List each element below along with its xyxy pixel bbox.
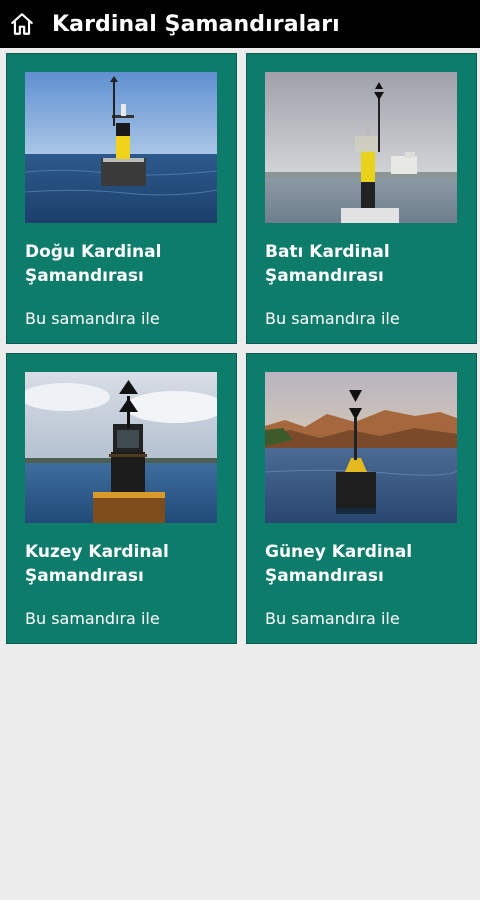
south-cardinal-buoy-photo bbox=[265, 372, 457, 523]
buoy-card-east[interactable]: Doğu Kardinal Şamandırası Bu samandıra i… bbox=[6, 53, 237, 344]
card-subtitle: Bu samandıra ile bbox=[25, 309, 160, 328]
buoy-card-south[interactable]: Güney Kardinal Şamandırası Bu samandıra … bbox=[246, 353, 477, 644]
home-button[interactable] bbox=[0, 0, 44, 48]
card-subtitle: Bu samandıra ile bbox=[25, 609, 160, 628]
card-title: Batı Kardinal Şamandırası bbox=[265, 242, 390, 286]
home-icon bbox=[11, 13, 33, 35]
buoy-card-north[interactable]: Kuzey Kardinal Şamandırası Bu samandıra … bbox=[6, 353, 237, 644]
west-cardinal-buoy-photo bbox=[265, 72, 457, 223]
card-title: Güney Kardinal Şamandırası bbox=[265, 542, 413, 586]
card-subtitle: Bu samandıra ile bbox=[265, 609, 400, 628]
north-cardinal-buoy-photo bbox=[25, 372, 217, 523]
east-cardinal-buoy-photo bbox=[25, 72, 217, 223]
card-title: Doğu Kardinal Şamandırası bbox=[25, 242, 162, 286]
card-title: Kuzey Kardinal Şamandırası bbox=[25, 542, 169, 586]
app-bar: Kardinal Şamandıraları bbox=[0, 0, 480, 48]
page-title: Kardinal Şamandıraları bbox=[52, 11, 340, 37]
buoy-card-west[interactable]: Batı Kardinal Şamandırası Bu samandıra i… bbox=[246, 53, 477, 344]
card-subtitle: Bu samandıra ile bbox=[265, 309, 400, 328]
